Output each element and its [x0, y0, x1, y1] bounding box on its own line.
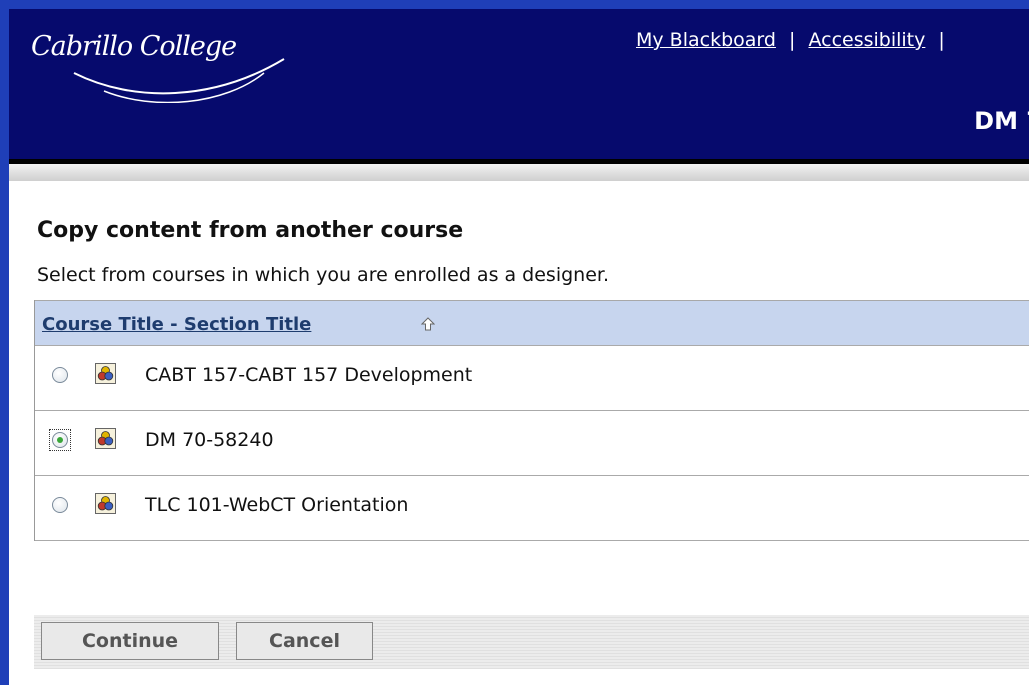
- site-header: Cabrillo College My Blackboard | Accessi…: [9, 9, 1029, 164]
- sort-ascending-arrow-icon[interactable]: [421, 317, 435, 331]
- course-label: TLC 101-WebCT Orientation: [145, 494, 409, 516]
- course-table: Course Title - Section Title CABT 157-CA…: [34, 300, 1029, 541]
- course-radio-button[interactable]: [52, 497, 68, 513]
- course-title-badge: DM 7: [974, 107, 1029, 135]
- window-left-border: [0, 0, 9, 685]
- cancel-button[interactable]: Cancel: [236, 622, 373, 660]
- course-icon: [95, 363, 116, 384]
- top-navigation: My Blackboard | Accessibility |: [636, 29, 952, 51]
- header-divider-bar: [9, 164, 1029, 181]
- accessibility-link[interactable]: Accessibility: [808, 29, 925, 51]
- logo-swoosh-icon: [73, 58, 285, 103]
- table-row[interactable]: TLC 101-WebCT Orientation: [35, 475, 1029, 541]
- table-row[interactable]: DM 70-58240: [35, 410, 1029, 475]
- page-subtitle: Select from courses in which you are enr…: [37, 264, 610, 286]
- window-top-border: [0, 0, 1029, 9]
- my-blackboard-link[interactable]: My Blackboard: [636, 29, 776, 51]
- page-title: Copy content from another course: [37, 218, 464, 243]
- course-label: DM 70-58240: [145, 429, 274, 451]
- course-title-column-header[interactable]: Course Title - Section Title: [42, 314, 311, 335]
- link-separator: |: [789, 29, 796, 51]
- table-header: Course Title - Section Title: [35, 300, 1029, 345]
- course-icon: [95, 428, 116, 449]
- course-icon: [95, 493, 116, 514]
- continue-button[interactable]: Continue: [41, 622, 219, 660]
- link-separator: |: [938, 29, 945, 51]
- course-label: CABT 157-CABT 157 Development: [145, 364, 473, 386]
- course-radio-button-selected[interactable]: [52, 432, 68, 448]
- button-bar: Continue Cancel: [34, 615, 1029, 669]
- course-radio-button[interactable]: [52, 367, 68, 383]
- table-row[interactable]: CABT 157-CABT 157 Development: [35, 345, 1029, 410]
